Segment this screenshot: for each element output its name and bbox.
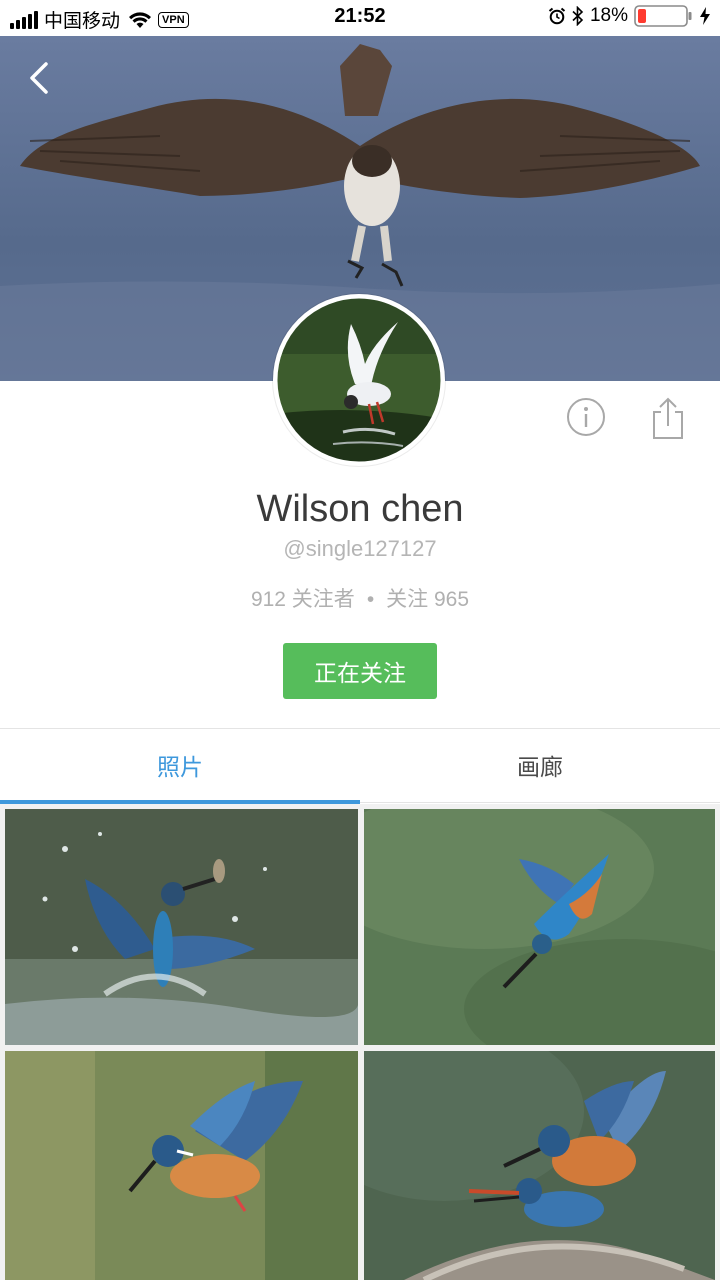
alarm-icon [548,7,566,25]
info-icon[interactable] [566,397,606,437]
profile-handle: @single127127 [283,536,437,561]
photo-thumbnail[interactable] [364,1051,715,1280]
photo-thumbnail[interactable] [364,809,715,1045]
battery-icon [634,5,692,27]
followers-count[interactable]: 912 关注者 [251,588,355,611]
photo-grid [0,804,720,1280]
tab-bar: 照片 画廊 [0,729,720,804]
status-bar: 中国移动 VPN 21:52 18% [0,0,720,36]
photo-thumbnail[interactable] [5,1051,358,1280]
profile-name: Wilson chen [256,488,464,530]
share-icon[interactable] [648,396,688,440]
tab-galleries[interactable]: 画廊 [360,729,720,801]
tab-rule [360,802,720,803]
photo-thumbnail[interactable] [5,809,358,1045]
back-chevron-icon[interactable] [20,58,60,98]
tab-photos[interactable]: 照片 [0,729,360,801]
charging-icon [700,7,710,25]
battery-percent: 18% [589,5,628,26]
profile-stats: 912 关注者 • 关注 965 [0,583,720,613]
avatar[interactable] [273,294,445,466]
following-button[interactable]: 正在关注 [283,643,437,699]
bluetooth-icon [572,6,584,26]
stats-separator: • [366,588,375,611]
following-count[interactable]: 关注 965 [386,588,469,611]
